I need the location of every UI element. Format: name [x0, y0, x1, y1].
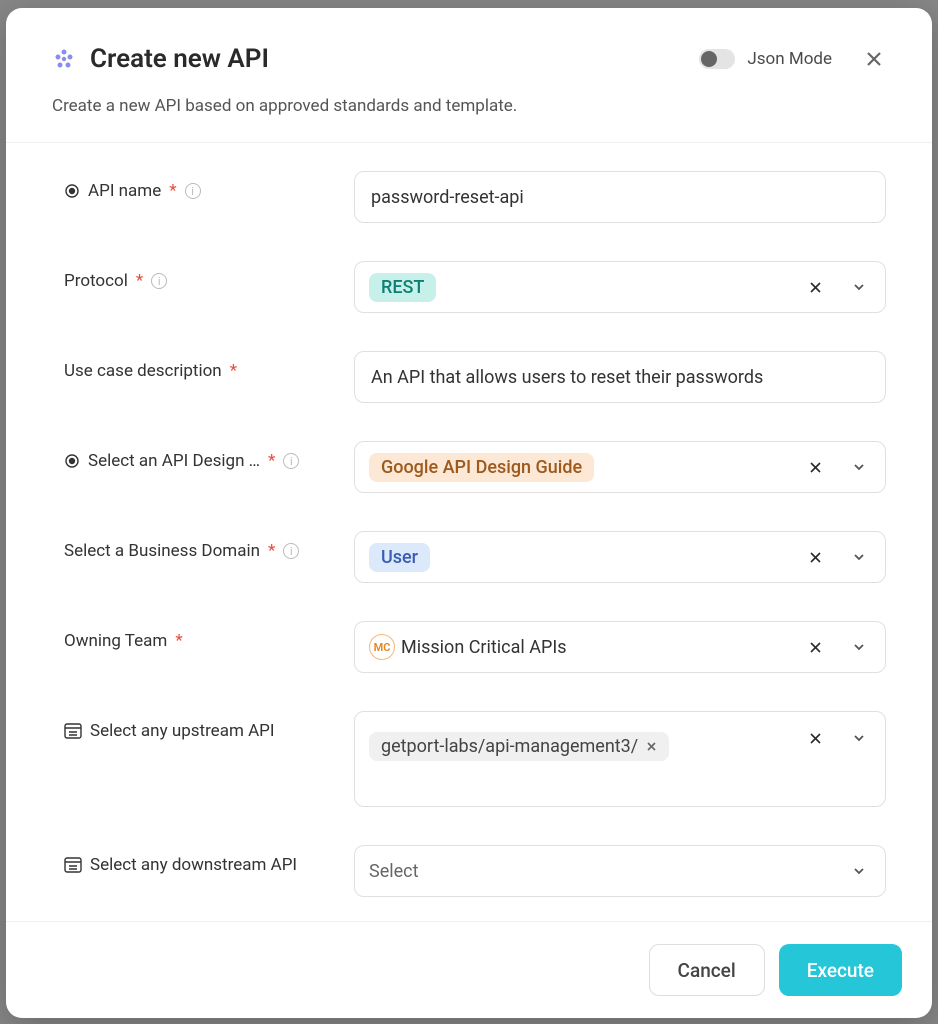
downstream-label: Select any downstream API	[90, 855, 297, 875]
chevron-down-icon[interactable]	[841, 629, 877, 665]
form-body: API name* i Protocol* i REST Us	[6, 143, 932, 921]
downstream-placeholder: Select	[369, 861, 418, 882]
business-domain-label: Select a Business Domain	[64, 541, 260, 561]
list-icon	[64, 857, 82, 873]
field-protocol: Protocol* i REST	[64, 261, 886, 313]
modal-footer: Cancel Execute	[6, 921, 932, 1018]
business-domain-tag: User	[369, 543, 430, 572]
api-name-input[interactable]	[354, 171, 886, 223]
info-icon[interactable]: i	[283, 453, 299, 469]
use-case-label: Use case description	[64, 361, 222, 381]
field-business-domain: Select a Business Domain* i User	[64, 531, 886, 583]
clear-icon[interactable]	[797, 629, 833, 665]
design-guide-tag: Google API Design Guide	[369, 453, 594, 482]
api-name-label: API name	[88, 181, 161, 201]
downstream-select[interactable]: Select	[354, 845, 886, 897]
info-icon[interactable]: i	[283, 543, 299, 559]
app-logo-icon	[52, 47, 76, 71]
owning-team-select[interactable]: MC Mission Critical APIs	[354, 621, 886, 673]
info-icon[interactable]: i	[185, 183, 201, 199]
field-design-guide: Select an API Design … * i Google API De…	[64, 441, 886, 493]
upstream-label: Select any upstream API	[90, 721, 275, 741]
protocol-tag: REST	[369, 273, 436, 302]
clear-icon[interactable]	[797, 720, 833, 756]
owning-team-label: Owning Team	[64, 631, 167, 651]
chip-remove-icon[interactable]	[646, 741, 657, 752]
create-api-modal: Create new API Json Mode Create a new AP…	[6, 8, 932, 1018]
clear-icon[interactable]	[797, 539, 833, 575]
close-button[interactable]	[862, 47, 886, 71]
field-owning-team: Owning Team* MC Mission Critical APIs	[64, 621, 886, 673]
chevron-down-icon[interactable]	[841, 539, 877, 575]
modal-subtitle: Create a new API based on approved stand…	[52, 96, 886, 116]
modal-header: Create new API Json Mode Create a new AP…	[6, 8, 932, 143]
chevron-down-icon[interactable]	[841, 720, 877, 756]
business-domain-select[interactable]: User	[354, 531, 886, 583]
field-api-name: API name* i	[64, 171, 886, 223]
chevron-down-icon[interactable]	[841, 853, 877, 889]
protocol-label: Protocol	[64, 271, 128, 291]
list-icon	[64, 723, 82, 739]
design-guide-label: Select an API Design …	[88, 451, 260, 471]
field-upstream: Select any upstream API getport-labs/api…	[64, 711, 886, 807]
design-guide-select[interactable]: Google API Design Guide	[354, 441, 886, 493]
field-use-case: Use case description*	[64, 351, 886, 403]
upstream-chip: getport-labs/api-management3/	[369, 732, 669, 761]
radio-icon	[64, 183, 80, 199]
execute-button[interactable]: Execute	[779, 944, 902, 996]
team-name: Mission Critical APIs	[401, 637, 567, 658]
chevron-down-icon[interactable]	[841, 269, 877, 305]
json-mode-label: Json Mode	[747, 49, 832, 69]
json-mode-toggle[interactable]	[699, 49, 735, 69]
info-icon[interactable]: i	[151, 273, 167, 289]
radio-icon	[64, 453, 80, 469]
chevron-down-icon[interactable]	[841, 449, 877, 485]
field-downstream: Select any downstream API Select	[64, 845, 886, 897]
clear-icon[interactable]	[797, 449, 833, 485]
protocol-select[interactable]: REST	[354, 261, 886, 313]
use-case-input[interactable]	[354, 351, 886, 403]
clear-icon[interactable]	[797, 269, 833, 305]
cancel-button[interactable]: Cancel	[649, 944, 765, 996]
team-avatar: MC	[369, 634, 395, 660]
modal-title: Create new API	[90, 44, 685, 74]
upstream-select[interactable]: getport-labs/api-management3/	[354, 711, 886, 807]
